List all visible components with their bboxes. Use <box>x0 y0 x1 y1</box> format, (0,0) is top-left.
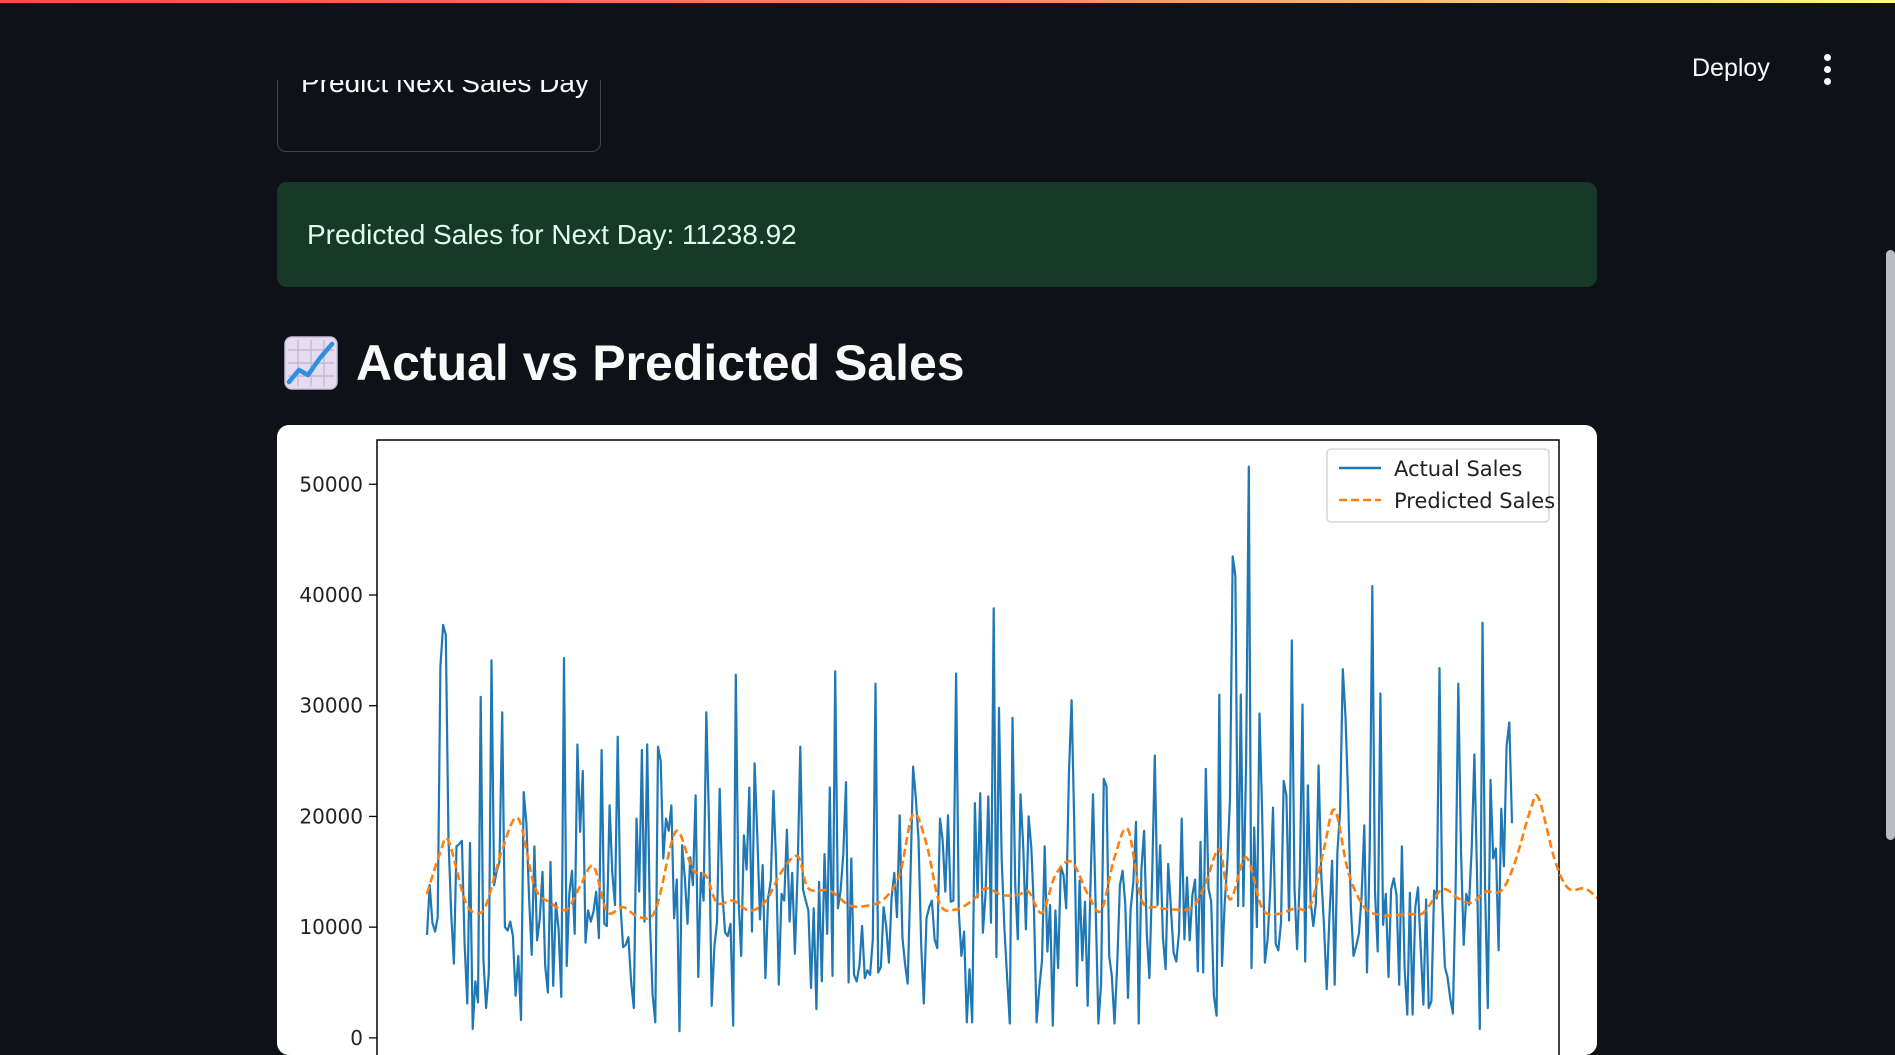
y-tick-label: 0 <box>350 1026 363 1050</box>
more-vertical-icon[interactable] <box>1812 49 1842 89</box>
menu-dot <box>1823 53 1831 61</box>
section-heading: Actual vs Predicted Sales <box>284 330 965 396</box>
chart-legend: Actual Sales Predicted Sales <box>1326 448 1555 523</box>
y-tick-label: 20000 <box>299 804 363 828</box>
predict-next-sales-day-button[interactable]: Predict Next Sales Day <box>277 80 601 152</box>
app-header: Deploy <box>0 3 1895 85</box>
y-tick-label: 30000 <box>299 694 363 718</box>
menu-dot <box>1823 65 1831 73</box>
y-tick-label: 10000 <box>299 915 363 939</box>
y-tick-label: 50000 <box>299 472 363 496</box>
legend-actual-label: Actual Sales <box>1394 457 1522 481</box>
vertical-scrollbar[interactable] <box>1886 250 1895 840</box>
predict-button-label: Predict Next Sales Day <box>301 80 589 98</box>
deploy-button[interactable]: Deploy <box>1680 48 1782 88</box>
menu-dot <box>1823 77 1831 85</box>
page-title: Actual vs Predicted Sales <box>356 335 965 391</box>
chart-increasing-icon <box>284 336 338 390</box>
y-axis: 0 10000 20000 30000 40000 50000 <box>299 472 377 1050</box>
y-tick-label: 40000 <box>299 583 363 607</box>
legend-predicted-label: Predicted Sales <box>1394 489 1555 513</box>
prediction-success-message: Predicted Sales for Next Day: 11238.92 <box>277 182 1597 287</box>
sales-line-chart: 0 10000 20000 30000 40000 50000 Actual Sales … <box>299 439 1597 1055</box>
prediction-result-text: Predicted Sales for Next Day: 11238.92 <box>307 218 797 250</box>
sales-chart-card: 0 10000 20000 30000 40000 50000 Actual Sales … <box>277 425 1597 1055</box>
